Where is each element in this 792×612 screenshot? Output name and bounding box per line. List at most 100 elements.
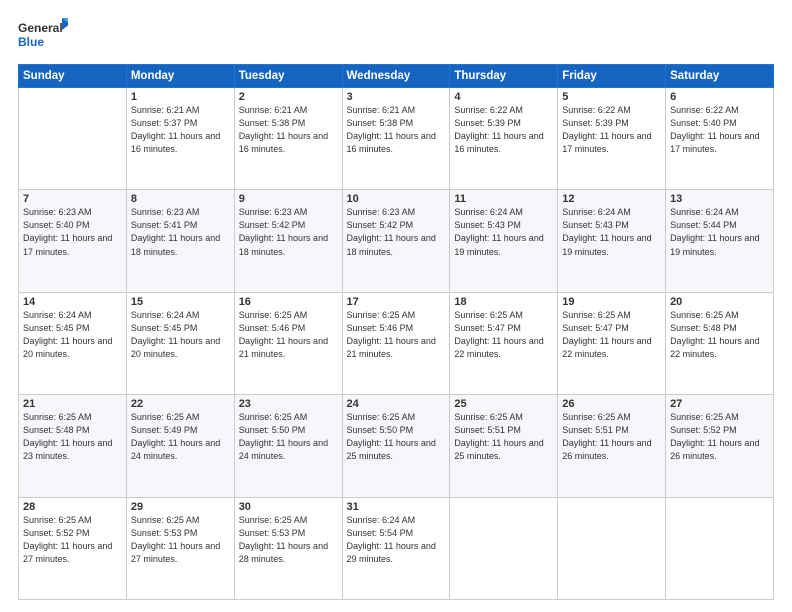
day-number: 14 bbox=[23, 296, 122, 308]
weekday-header-monday: Monday bbox=[126, 65, 234, 88]
day-number: 18 bbox=[454, 296, 553, 308]
day-number: 26 bbox=[562, 398, 661, 410]
calendar-cell: 2 Sunrise: 6:21 AMSunset: 5:38 PMDayligh… bbox=[234, 88, 342, 190]
calendar-cell: 8 Sunrise: 6:23 AMSunset: 5:41 PMDayligh… bbox=[126, 190, 234, 292]
day-number: 4 bbox=[454, 91, 553, 103]
calendar-cell: 22 Sunrise: 6:25 AMSunset: 5:49 PMDaylig… bbox=[126, 395, 234, 497]
day-info: Sunrise: 6:23 AMSunset: 5:42 PMDaylight:… bbox=[347, 207, 436, 256]
day-number: 9 bbox=[239, 193, 338, 205]
day-info: Sunrise: 6:25 AMSunset: 5:50 PMDaylight:… bbox=[347, 412, 436, 461]
calendar-cell: 24 Sunrise: 6:25 AMSunset: 5:50 PMDaylig… bbox=[342, 395, 450, 497]
day-number: 27 bbox=[670, 398, 769, 410]
day-number: 10 bbox=[347, 193, 446, 205]
calendar-cell: 25 Sunrise: 6:25 AMSunset: 5:51 PMDaylig… bbox=[450, 395, 558, 497]
day-info: Sunrise: 6:25 AMSunset: 5:49 PMDaylight:… bbox=[131, 412, 220, 461]
day-info: Sunrise: 6:25 AMSunset: 5:53 PMDaylight:… bbox=[239, 515, 328, 564]
weekday-header-saturday: Saturday bbox=[666, 65, 774, 88]
day-number: 13 bbox=[670, 193, 769, 205]
day-info: Sunrise: 6:24 AMSunset: 5:45 PMDaylight:… bbox=[131, 310, 220, 359]
day-info: Sunrise: 6:25 AMSunset: 5:46 PMDaylight:… bbox=[239, 310, 328, 359]
calendar-cell: 31 Sunrise: 6:24 AMSunset: 5:54 PMDaylig… bbox=[342, 497, 450, 599]
day-info: Sunrise: 6:25 AMSunset: 5:46 PMDaylight:… bbox=[347, 310, 436, 359]
calendar-cell: 30 Sunrise: 6:25 AMSunset: 5:53 PMDaylig… bbox=[234, 497, 342, 599]
day-info: Sunrise: 6:23 AMSunset: 5:41 PMDaylight:… bbox=[131, 207, 220, 256]
day-number: 29 bbox=[131, 501, 230, 513]
weekday-header-friday: Friday bbox=[558, 65, 666, 88]
day-info: Sunrise: 6:23 AMSunset: 5:40 PMDaylight:… bbox=[23, 207, 112, 256]
calendar-cell: 18 Sunrise: 6:25 AMSunset: 5:47 PMDaylig… bbox=[450, 292, 558, 394]
logo: General Blue bbox=[18, 16, 68, 56]
week-row-2: 7 Sunrise: 6:23 AMSunset: 5:40 PMDayligh… bbox=[19, 190, 774, 292]
day-info: Sunrise: 6:24 AMSunset: 5:43 PMDaylight:… bbox=[562, 207, 651, 256]
week-row-1: 1 Sunrise: 6:21 AMSunset: 5:37 PMDayligh… bbox=[19, 88, 774, 190]
week-row-4: 21 Sunrise: 6:25 AMSunset: 5:48 PMDaylig… bbox=[19, 395, 774, 497]
day-number: 7 bbox=[23, 193, 122, 205]
day-number: 23 bbox=[239, 398, 338, 410]
day-number: 1 bbox=[131, 91, 230, 103]
day-info: Sunrise: 6:23 AMSunset: 5:42 PMDaylight:… bbox=[239, 207, 328, 256]
day-info: Sunrise: 6:25 AMSunset: 5:51 PMDaylight:… bbox=[562, 412, 651, 461]
calendar-cell: 17 Sunrise: 6:25 AMSunset: 5:46 PMDaylig… bbox=[342, 292, 450, 394]
calendar-cell bbox=[19, 88, 127, 190]
logo-svg: General Blue bbox=[18, 16, 68, 56]
day-number: 22 bbox=[131, 398, 230, 410]
calendar-cell: 29 Sunrise: 6:25 AMSunset: 5:53 PMDaylig… bbox=[126, 497, 234, 599]
calendar-cell: 14 Sunrise: 6:24 AMSunset: 5:45 PMDaylig… bbox=[19, 292, 127, 394]
day-number: 20 bbox=[670, 296, 769, 308]
day-info: Sunrise: 6:25 AMSunset: 5:47 PMDaylight:… bbox=[454, 310, 543, 359]
day-info: Sunrise: 6:24 AMSunset: 5:43 PMDaylight:… bbox=[454, 207, 543, 256]
day-number: 3 bbox=[347, 91, 446, 103]
calendar-cell: 16 Sunrise: 6:25 AMSunset: 5:46 PMDaylig… bbox=[234, 292, 342, 394]
day-number: 31 bbox=[347, 501, 446, 513]
day-number: 25 bbox=[454, 398, 553, 410]
calendar-cell: 3 Sunrise: 6:21 AMSunset: 5:38 PMDayligh… bbox=[342, 88, 450, 190]
day-info: Sunrise: 6:24 AMSunset: 5:45 PMDaylight:… bbox=[23, 310, 112, 359]
calendar-cell: 26 Sunrise: 6:25 AMSunset: 5:51 PMDaylig… bbox=[558, 395, 666, 497]
calendar-cell: 13 Sunrise: 6:24 AMSunset: 5:44 PMDaylig… bbox=[666, 190, 774, 292]
day-info: Sunrise: 6:25 AMSunset: 5:48 PMDaylight:… bbox=[670, 310, 759, 359]
calendar-cell: 4 Sunrise: 6:22 AMSunset: 5:39 PMDayligh… bbox=[450, 88, 558, 190]
day-number: 12 bbox=[562, 193, 661, 205]
day-info: Sunrise: 6:21 AMSunset: 5:37 PMDaylight:… bbox=[131, 105, 220, 154]
day-number: 5 bbox=[562, 91, 661, 103]
day-info: Sunrise: 6:25 AMSunset: 5:52 PMDaylight:… bbox=[670, 412, 759, 461]
weekday-header-wednesday: Wednesday bbox=[342, 65, 450, 88]
weekday-header-tuesday: Tuesday bbox=[234, 65, 342, 88]
day-info: Sunrise: 6:22 AMSunset: 5:39 PMDaylight:… bbox=[562, 105, 651, 154]
weekday-header-sunday: Sunday bbox=[19, 65, 127, 88]
day-number: 2 bbox=[239, 91, 338, 103]
day-number: 15 bbox=[131, 296, 230, 308]
day-info: Sunrise: 6:24 AMSunset: 5:54 PMDaylight:… bbox=[347, 515, 436, 564]
header: General Blue bbox=[18, 16, 774, 56]
calendar-cell: 6 Sunrise: 6:22 AMSunset: 5:40 PMDayligh… bbox=[666, 88, 774, 190]
calendar-cell: 12 Sunrise: 6:24 AMSunset: 5:43 PMDaylig… bbox=[558, 190, 666, 292]
day-info: Sunrise: 6:21 AMSunset: 5:38 PMDaylight:… bbox=[347, 105, 436, 154]
calendar-cell bbox=[558, 497, 666, 599]
week-row-5: 28 Sunrise: 6:25 AMSunset: 5:52 PMDaylig… bbox=[19, 497, 774, 599]
day-number: 16 bbox=[239, 296, 338, 308]
svg-text:General: General bbox=[18, 21, 63, 35]
day-number: 19 bbox=[562, 296, 661, 308]
svg-text:Blue: Blue bbox=[18, 35, 44, 49]
day-info: Sunrise: 6:24 AMSunset: 5:44 PMDaylight:… bbox=[670, 207, 759, 256]
day-number: 8 bbox=[131, 193, 230, 205]
day-number: 21 bbox=[23, 398, 122, 410]
day-number: 11 bbox=[454, 193, 553, 205]
day-info: Sunrise: 6:25 AMSunset: 5:50 PMDaylight:… bbox=[239, 412, 328, 461]
calendar-cell: 21 Sunrise: 6:25 AMSunset: 5:48 PMDaylig… bbox=[19, 395, 127, 497]
day-info: Sunrise: 6:22 AMSunset: 5:39 PMDaylight:… bbox=[454, 105, 543, 154]
calendar-cell: 10 Sunrise: 6:23 AMSunset: 5:42 PMDaylig… bbox=[342, 190, 450, 292]
calendar-cell bbox=[450, 497, 558, 599]
calendar-cell: 23 Sunrise: 6:25 AMSunset: 5:50 PMDaylig… bbox=[234, 395, 342, 497]
weekday-header-row: SundayMondayTuesdayWednesdayThursdayFrid… bbox=[19, 65, 774, 88]
day-number: 6 bbox=[670, 91, 769, 103]
calendar-table: SundayMondayTuesdayWednesdayThursdayFrid… bbox=[18, 64, 774, 600]
day-number: 28 bbox=[23, 501, 122, 513]
day-info: Sunrise: 6:25 AMSunset: 5:51 PMDaylight:… bbox=[454, 412, 543, 461]
calendar-cell: 1 Sunrise: 6:21 AMSunset: 5:37 PMDayligh… bbox=[126, 88, 234, 190]
calendar-cell: 19 Sunrise: 6:25 AMSunset: 5:47 PMDaylig… bbox=[558, 292, 666, 394]
calendar-cell: 15 Sunrise: 6:24 AMSunset: 5:45 PMDaylig… bbox=[126, 292, 234, 394]
calendar-cell: 28 Sunrise: 6:25 AMSunset: 5:52 PMDaylig… bbox=[19, 497, 127, 599]
page: General Blue SundayMondayTuesdayWednesda… bbox=[0, 0, 792, 612]
day-number: 17 bbox=[347, 296, 446, 308]
